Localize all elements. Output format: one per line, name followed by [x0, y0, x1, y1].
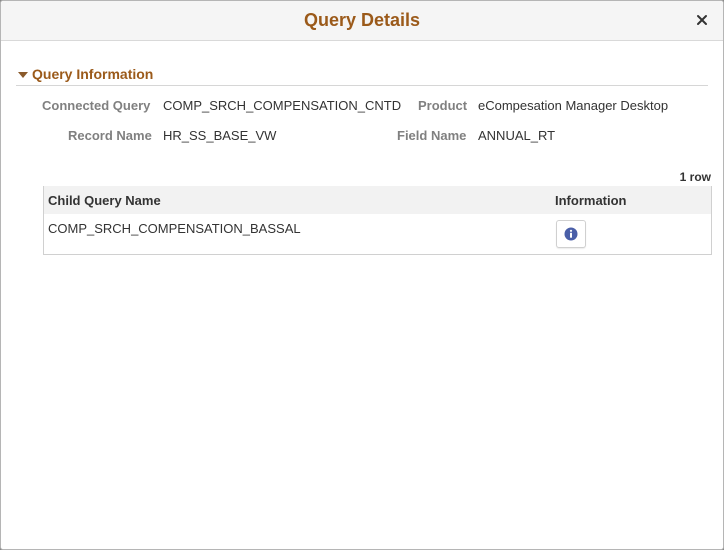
- query-information-section-header[interactable]: Query Information: [16, 65, 708, 86]
- field-name-label: Field Name: [397, 128, 467, 143]
- column-header-information: Information: [555, 193, 627, 208]
- connected-query-label: Connected Query: [42, 98, 151, 113]
- section-title: Query Information: [32, 66, 154, 82]
- connected-query-value: COMP_SRCH_COMPENSATION_CNTD: [163, 98, 402, 113]
- information-button[interactable]: [556, 220, 586, 248]
- query-details-dialog: Query Details Query Information Connecte…: [0, 0, 724, 550]
- row-count: 1 row: [679, 170, 711, 184]
- caret-down-icon: [18, 72, 28, 78]
- child-query-grid: Child Query Name Information COMP_SRCH_C…: [43, 186, 712, 255]
- dialog-title: Query Details: [303, 10, 421, 30]
- field-name-value: ANNUAL_RT: [478, 128, 556, 143]
- product-label: Product: [418, 98, 468, 113]
- close-icon: [697, 15, 707, 25]
- child-query-name-cell: COMP_SRCH_COMPENSATION_BASSAL: [48, 221, 301, 236]
- dialog-header: Query Details: [1, 1, 723, 41]
- close-button[interactable]: [694, 12, 710, 28]
- product-value: eCompesation Manager Desktop: [478, 98, 669, 113]
- record-name-value: HR_SS_BASE_VW: [163, 128, 277, 143]
- column-header-child-query-name: Child Query Name: [48, 193, 161, 208]
- grid-header-row: Child Query Name Information: [44, 186, 711, 214]
- info-icon: [564, 227, 578, 241]
- record-name-label: Record Name: [68, 128, 152, 143]
